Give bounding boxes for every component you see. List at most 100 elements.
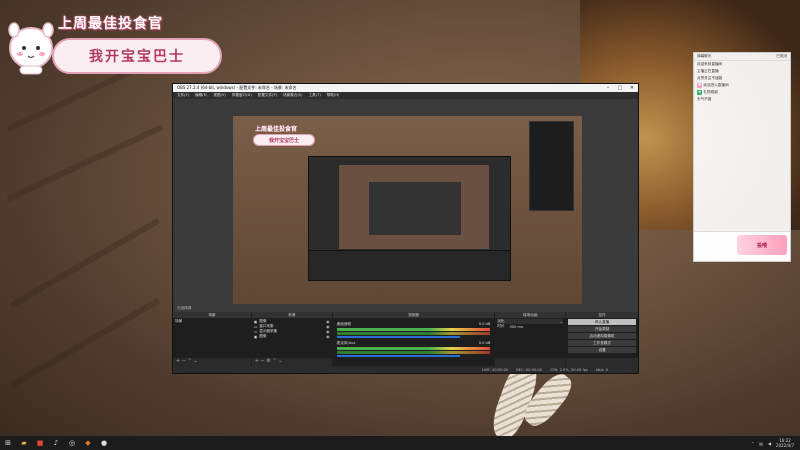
source-item[interactable]: ▣ 图像 ◉ (254, 334, 330, 339)
floor-plank (9, 217, 161, 309)
docks-row: 场景 场景 + − ⌃ ⌄ 来源 ▣ 图像 ◉ ▭ 窗口采集 ◉ ▭ 显示器采集 ◉ ▣ 图像… (173, 312, 638, 366)
virtual-camera-button[interactable]: 启动虚拟摄像机 (568, 333, 636, 339)
obs-window: OBS 27.2.4 (64-bit, windows) - 配置文件: 未命名… (172, 83, 639, 374)
nested-preview-canvas (339, 165, 489, 249)
music-icon[interactable]: ♪ (52, 439, 60, 447)
menu-file[interactable]: 文件(F) (177, 93, 189, 98)
chat-message: 点赞关注不迷路 (697, 76, 723, 80)
chat-message: 欢迎来到直播间 (697, 62, 723, 66)
up-icon[interactable]: ⌃ (188, 358, 192, 364)
live-status: LIVE: 00:00:00 (481, 367, 509, 372)
folder-icon[interactable]: ▰ (20, 439, 28, 447)
no-source-label: 无选择源 (177, 305, 192, 310)
maximize-icon[interactable]: □ (614, 85, 626, 91)
fan-badge: ♥ (697, 83, 703, 88)
overlay-title: 上周最佳投食官 (58, 16, 163, 32)
volume-meter (336, 351, 491, 354)
preview-area: 上周最佳投食官 我开宝宝巴士 (173, 99, 638, 316)
obs-icon[interactable]: ● (100, 439, 108, 447)
rec-status: REC: 00:00:00 (516, 367, 542, 372)
studio-mode-button[interactable]: 工作室模式 (568, 340, 636, 346)
clock-date: 2022/4/7 (776, 443, 794, 448)
stop-streaming-button[interactable]: 停止直播 (568, 319, 636, 325)
menu-scene-collection[interactable]: 场景集合(S) (283, 93, 302, 98)
monitor-icon: ▭ (253, 329, 258, 334)
volume-slider[interactable] (336, 336, 460, 338)
sources-list: ▣ 图像 ◉ ▭ 窗口采集 ◉ ▭ 显示器采集 ◉ ▣ 图像 ◉ (251, 318, 332, 358)
nested-preview-deep (369, 182, 461, 235)
chevron-up-icon[interactable]: ⌃ (751, 441, 754, 446)
floor-plank (9, 297, 161, 389)
system-tray: ⌃ ▤ ◀ 16:22 2022/4/7 (751, 438, 800, 448)
preview-canvas[interactable]: 上周最佳投食官 我开宝宝巴士 (233, 116, 582, 316)
preview-overlay-subtitle: 我开宝宝巴士 (253, 134, 315, 146)
chat-title: 弹幕聊天 (697, 54, 712, 58)
remove-icon[interactable]: − (182, 358, 186, 364)
menu-tools[interactable]: 工具(T) (309, 93, 321, 98)
chat-message: ★ 礼物感谢 (697, 90, 718, 95)
docks-header: 无选择源 (173, 304, 638, 312)
chat-close-label[interactable]: 已关闭 (776, 54, 787, 59)
channel-db: 0.0 dB (478, 322, 491, 326)
game-icon[interactable]: ◆ (84, 439, 92, 447)
window-icon: ▭ (253, 324, 258, 329)
nested-obs-preview (308, 156, 511, 281)
add-icon[interactable]: + (176, 358, 180, 364)
down-icon[interactable]: ⌄ (193, 358, 197, 364)
chat-panel: 弹幕聊天 已关闭 欢迎来到直播间 主播正在直播 点赞关注不迷路 ♥ 欢迎进入直播… (693, 52, 791, 262)
volume-icon[interactable]: ◀ (768, 441, 771, 446)
up-icon[interactable]: ⌃ (273, 358, 277, 364)
channel-name: 麦克风/Aux (336, 341, 356, 345)
eye-icon[interactable]: ◉ (326, 334, 330, 339)
close-icon[interactable]: ✕ (626, 85, 638, 91)
volume-meter (336, 332, 491, 335)
mixer-dock: 混音器 桌面音频 0.0 dB 麦克风/Aux 0.0 dB (332, 312, 495, 366)
gear-icon[interactable]: ⚙ (266, 358, 270, 364)
network-icon[interactable]: ▤ (759, 441, 763, 446)
volume-slider[interactable] (336, 355, 460, 357)
remove-icon[interactable]: − (261, 358, 265, 364)
menu-edit[interactable]: 编辑(E) (195, 93, 207, 98)
preview-chat-panel (529, 121, 574, 211)
image-icon: ▣ (253, 334, 258, 339)
down-icon[interactable]: ⌄ (278, 358, 282, 364)
sources-dock: 来源 ▣ 图像 ◉ ▭ 窗口采集 ◉ ▭ 显示器采集 ◉ ▣ 图像 ◉ + − ⚙ ⌃ ⌄ (251, 312, 332, 366)
steam-icon[interactable]: ◎ (68, 439, 76, 447)
floor-plank (6, 124, 164, 202)
menu-bar: 文件(F) 编辑(E) 视图(V) 停靠窗口(D) 配置文件(P) 场景集合(S… (173, 92, 638, 99)
menu-profile[interactable]: 配置文件(P) (258, 93, 277, 98)
scene-item[interactable]: 场景 (175, 319, 249, 324)
controls-dock: 控件 停止直播 开始录制 启动虚拟摄像机 工作室模式 设置 (566, 312, 638, 366)
obs-titlebar[interactable]: OBS 27.2.4 (64-bit, windows) - 配置文件: 未命名… (173, 84, 638, 92)
menu-help[interactable]: 帮助(H) (327, 93, 340, 98)
menu-docks[interactable]: 停靠窗口(D) (232, 93, 252, 98)
minimize-icon[interactable]: – (602, 85, 614, 91)
chat-message: 主播正在直播 (697, 69, 719, 73)
add-icon[interactable]: + (255, 358, 259, 364)
status-bar: LIVE: 00:00:00 REC: 00:00:00 CPU: 2.9%, … (173, 366, 638, 373)
windows-start-icon[interactable]: ⊞ (4, 439, 12, 447)
mascot-icon (8, 22, 54, 75)
scenes-list: 场景 (173, 318, 251, 358)
transitions-body: 淡化 ⌄ 时长 300 ms (495, 318, 566, 358)
chevron-down-icon: ⌄ (559, 319, 564, 324)
clock[interactable]: 16:22 2022/4/7 (776, 438, 794, 448)
mixer-body: 桌面音频 0.0 dB 麦克风/Aux 0.0 dB (332, 318, 495, 366)
start-recording-button[interactable]: 开始录制 (568, 326, 636, 332)
scenes-dock: 场景 场景 + − ⌃ ⌄ (173, 312, 251, 366)
menu-view[interactable]: 视图(V) (213, 93, 225, 98)
window-title: OBS 27.2.4 (64-bit, windows) - 配置文件: 未命名… (177, 85, 297, 90)
cpu-status: CPU: 2.9%, 30.00 fps (549, 367, 588, 372)
gift-banner: 投喂 (737, 235, 787, 255)
volume-meter (336, 347, 491, 350)
chat-message: 天气不错 (697, 97, 712, 101)
channel-db: 0.0 dB (478, 341, 491, 345)
overlay-subtitle: 我开宝宝巴士 (52, 38, 222, 74)
chat-input-area[interactable]: 投喂 (694, 231, 790, 261)
duration-field[interactable]: 时长 300 ms (497, 324, 563, 329)
channel-name: 桌面音频 (336, 322, 352, 326)
chat-message: ♥ 欢迎进入直播间 (697, 83, 729, 88)
settings-button[interactable]: 设置 (568, 347, 636, 353)
chat-header: 弹幕聊天 已关闭 (694, 53, 790, 61)
app-icon[interactable]: ■ (36, 439, 44, 447)
